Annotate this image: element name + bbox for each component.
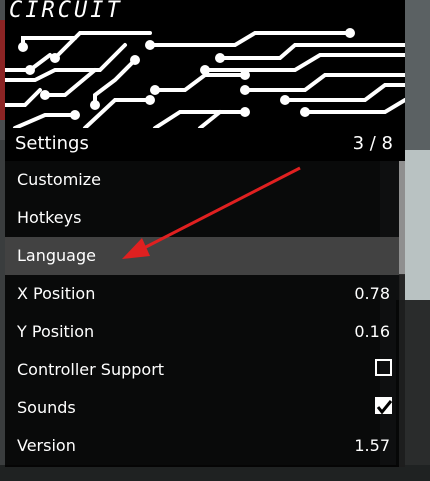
menu-item-hotkeys[interactable]: Hotkeys: [5, 199, 405, 237]
settings-list: Customize Hotkeys Language X Position 0.…: [5, 161, 405, 467]
item-label: Hotkeys: [17, 208, 82, 227]
checkmark-icon: [377, 400, 393, 415]
menu-item-y-position[interactable]: Y Position 0.16: [5, 313, 405, 351]
scrollbar-thumb[interactable]: [399, 161, 405, 274]
item-label: Controller Support: [17, 360, 165, 379]
menu-title: Settings: [15, 133, 89, 154]
item-value: 1.57: [354, 436, 390, 455]
checkbox-icon[interactable]: [375, 359, 392, 376]
item-label: Customize: [17, 170, 101, 189]
item-label: X Position: [17, 284, 96, 303]
menu-item-controller-support[interactable]: Controller Support: [5, 351, 405, 389]
item-label: Language: [17, 246, 96, 265]
scrollbar[interactable]: [399, 161, 405, 467]
menu-header: Settings 3 / 8: [5, 128, 405, 161]
menu-item-sounds[interactable]: Sounds: [5, 389, 405, 427]
checkbox-icon[interactable]: [375, 397, 393, 415]
menu-banner: CIRCUIT: [5, 0, 405, 128]
item-value: 0.16: [354, 322, 390, 341]
menu-item-language[interactable]: Language: [5, 237, 405, 275]
banner-title: CIRCUIT: [9, 0, 123, 23]
menu-item-version[interactable]: Version 1.57: [5, 427, 405, 465]
item-counter: 3 / 8: [352, 133, 393, 154]
item-label: Version: [17, 436, 76, 455]
menu-item-x-position[interactable]: X Position 0.78: [5, 275, 405, 313]
item-label: Sounds: [17, 398, 76, 417]
menu-item-customize[interactable]: Customize: [5, 161, 405, 199]
item-label: Y Position: [17, 322, 95, 341]
item-value: 0.78: [354, 284, 390, 303]
